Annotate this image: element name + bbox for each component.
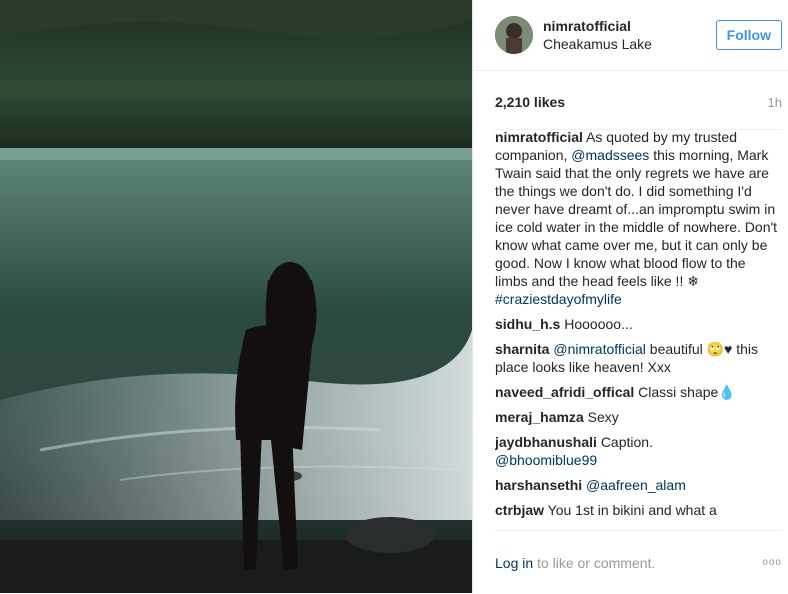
comment: sharnita @nimratofficial beautiful 🙄♥ th…	[495, 340, 782, 376]
comment-text: Hoooooo...	[564, 316, 633, 332]
likes-row: 2,210 likes 1h	[473, 71, 788, 111]
caption: nimratofficial As quoted by my trusted c…	[495, 128, 782, 308]
comment-text: Classi shape💧	[638, 384, 736, 400]
comment-username[interactable]: ctrbjaw	[495, 502, 544, 518]
post-header: nimratofficial Cheakamus Lake Follow	[473, 0, 788, 71]
post-footer: Log in to like or comment. ooo	[495, 530, 782, 594]
follow-button[interactable]: Follow	[715, 20, 782, 50]
login-prompt: Log in to like or comment.	[495, 555, 655, 571]
comment: jaydbhanushali Caption. @bhoomiblue99	[495, 433, 782, 469]
post-photo[interactable]	[0, 0, 472, 593]
comment-text: Caption.	[600, 434, 653, 450]
comment-mention[interactable]: @nimratofficial	[553, 341, 646, 357]
comment-username[interactable]: sidhu_h.s	[495, 316, 560, 332]
post-time[interactable]: 1h	[768, 95, 782, 110]
caption-text-2: this morning, Mark Twain said that the o…	[495, 147, 778, 289]
login-suffix: to like or comment.	[537, 554, 656, 571]
comments-list[interactable]: nimratofficial As quoted by my trusted c…	[495, 128, 782, 530]
comment-username[interactable]: meraj_hamza	[495, 409, 584, 425]
avatar[interactable]	[495, 16, 533, 54]
comment: ctrbjaw You 1st in bikini and what a	[495, 501, 782, 519]
author-username[interactable]: nimratofficial	[543, 17, 716, 35]
caption-mention[interactable]: @madssees	[571, 147, 649, 163]
comment: sidhu_h.s Hoooooo...	[495, 315, 782, 333]
comment-mention[interactable]: @aafreen_alam	[586, 477, 686, 493]
likes-count[interactable]: 2,210 likes	[495, 94, 565, 110]
caption-hashtag[interactable]: #craziestdayofmylife	[495, 291, 622, 307]
post-location[interactable]: Cheakamus Lake	[543, 35, 716, 53]
comment: harshansethi @aafreen_alam	[495, 476, 782, 494]
post-sidebar: nimratofficial Cheakamus Lake Follow 2,2…	[472, 0, 788, 593]
avatar-image	[495, 16, 533, 54]
comment-text: Sexy	[587, 409, 619, 425]
post-author: nimratofficial Cheakamus Lake	[543, 17, 716, 53]
instagram-post: nimratofficial Cheakamus Lake Follow 2,2…	[0, 0, 788, 593]
comment-mention[interactable]: @bhoomiblue99	[495, 452, 597, 468]
comment-username[interactable]: jaydbhanushali	[495, 434, 597, 450]
login-link[interactable]: Log in	[495, 555, 533, 571]
more-options-icon[interactable]: ooo	[762, 557, 782, 568]
lake-photo-image	[0, 0, 472, 593]
caption-username[interactable]: nimratofficial	[495, 129, 583, 145]
comment: meraj_hamza Sexy	[495, 408, 782, 426]
comment-username[interactable]: harshansethi	[495, 477, 582, 493]
comment-username[interactable]: naveed_afridi_offical	[495, 384, 634, 400]
comment: naveed_afridi_offical Classi shape💧	[495, 383, 782, 401]
comment-username[interactable]: sharnita	[495, 341, 549, 357]
comment-text: You 1st in bikini and what a	[547, 502, 717, 518]
